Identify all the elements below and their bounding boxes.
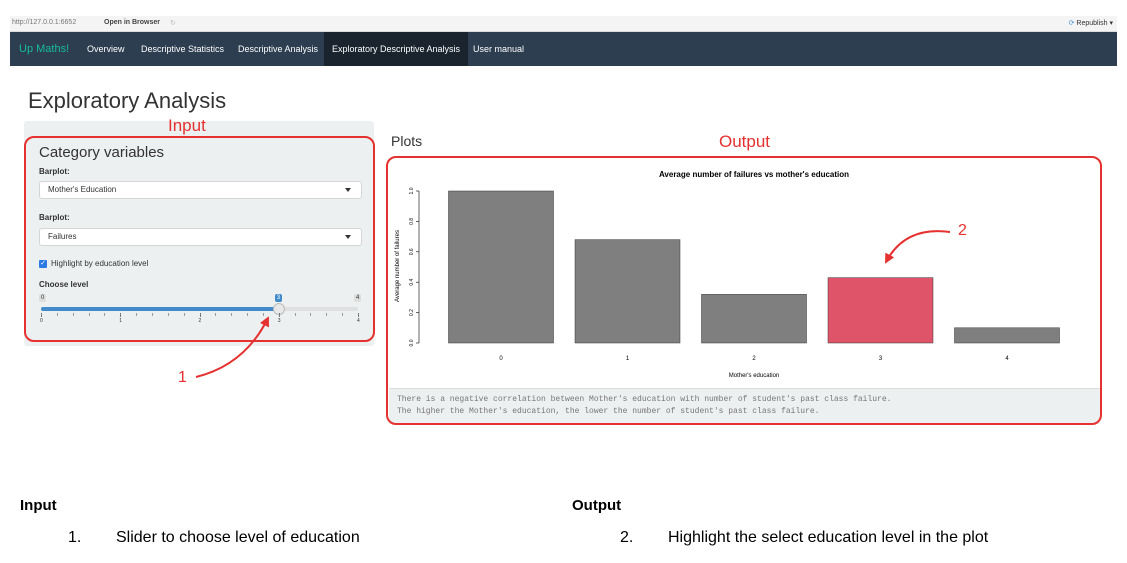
legend-output-item-number: 2.	[620, 529, 634, 546]
arrow-1-icon	[195, 316, 269, 378]
legend-output-item: Highlight the select education level in …	[668, 529, 989, 546]
legend-input-item-number: 1.	[68, 529, 82, 546]
legend-output-heading: Output	[572, 497, 622, 514]
annotation-arrows	[195, 230, 951, 378]
arrow-2-icon	[885, 230, 951, 264]
legend-input-item: Slider to choose level of education	[116, 529, 360, 546]
legend-input-heading: Input	[20, 497, 57, 514]
